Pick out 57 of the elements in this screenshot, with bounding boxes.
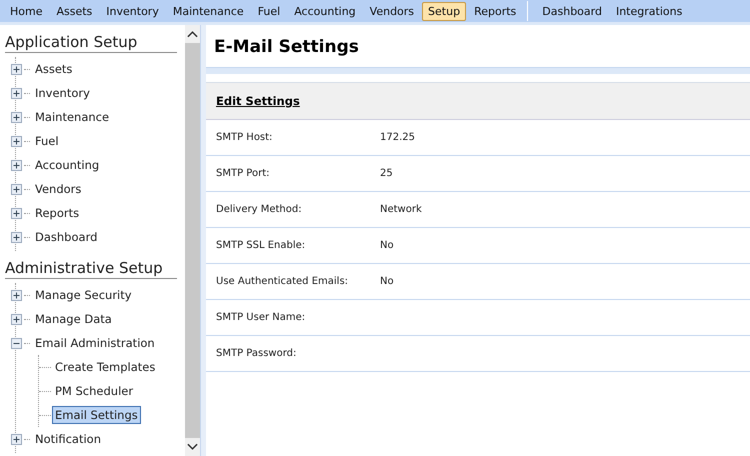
expander-icon[interactable]: [11, 208, 22, 218]
tree-item[interactable]: Create Templates: [52, 358, 158, 376]
menu-item[interactable]: Integrations: [610, 2, 688, 20]
menu-item[interactable]: Vendors: [364, 2, 420, 20]
menu-item[interactable]: Reports: [468, 2, 522, 20]
tree-item[interactable]: Accounting: [32, 156, 102, 174]
expander-icon[interactable]: [11, 136, 22, 146]
menu-item[interactable]: Assets: [50, 2, 98, 20]
field-label: SMTP Host:: [216, 132, 274, 143]
field-value: Network: [380, 204, 422, 215]
tree-item[interactable]: Inventory: [32, 84, 93, 102]
menu-item[interactable]: Inventory: [100, 2, 165, 20]
field-label: SMTP Password:: [216, 348, 298, 359]
expander-icon[interactable]: [11, 112, 22, 122]
scroll-up-icon[interactable]: [185, 25, 200, 43]
menu-item[interactable]: Setup: [422, 2, 466, 20]
tree-item[interactable]: Manage Security: [32, 286, 135, 304]
tree-item[interactable]: PM Scheduler: [52, 382, 136, 400]
tree-item[interactable]: Vendors: [32, 180, 84, 198]
menu-item[interactable]: Dashboard: [536, 2, 608, 20]
section-title: Administrative Setup: [5, 251, 177, 279]
field-label: SMTP User Name:: [216, 312, 306, 323]
field-value: 25: [380, 168, 393, 179]
scroll-down-icon[interactable]: [185, 438, 200, 456]
field-value: No: [380, 240, 394, 251]
expander-icon[interactable]: [11, 88, 22, 98]
section-heading: Edit Settings: [216, 94, 300, 108]
tree-item[interactable]: Email Settings: [52, 406, 141, 424]
menu-item[interactable]: Accounting: [288, 2, 362, 20]
page-title: E-Mail Settings: [213, 36, 360, 59]
expander-icon[interactable]: [11, 160, 22, 170]
expander-icon[interactable]: [11, 290, 22, 300]
tree-item[interactable]: Maintenance: [32, 108, 112, 126]
expander-icon[interactable]: [11, 64, 22, 74]
tree-item[interactable]: Dashboard: [32, 228, 100, 246]
field-label: SMTP SSL Enable:: [216, 240, 306, 251]
field-label: Delivery Method:: [216, 204, 303, 215]
menu-item[interactable]: Fuel: [252, 2, 286, 20]
tree-item[interactable]: Email Administration: [32, 334, 158, 352]
scrollbar[interactable]: [185, 25, 200, 456]
field-label: SMTP Port:: [216, 168, 270, 179]
field-value: 172.25: [380, 132, 415, 143]
tree-item[interactable]: Reports: [32, 204, 82, 222]
expander-icon[interactable]: [11, 232, 22, 242]
tree-item[interactable]: Fuel: [32, 132, 62, 150]
tree-item[interactable]: Notification: [32, 430, 104, 448]
field-value: No: [380, 276, 394, 287]
expander-icon[interactable]: [11, 434, 22, 444]
section-title: Application Setup: [5, 25, 177, 53]
menu-item[interactable]: Home: [4, 2, 48, 20]
expander-icon[interactable]: [11, 314, 22, 324]
tree-item[interactable]: Manage Data: [32, 310, 115, 328]
expander-icon[interactable]: [11, 184, 22, 194]
field-label: Use Authenticated Emails:: [216, 276, 350, 287]
menu-item[interactable]: Maintenance: [166, 2, 250, 20]
expander-icon[interactable]: [11, 338, 22, 348]
tree-item[interactable]: Assets: [32, 60, 76, 78]
